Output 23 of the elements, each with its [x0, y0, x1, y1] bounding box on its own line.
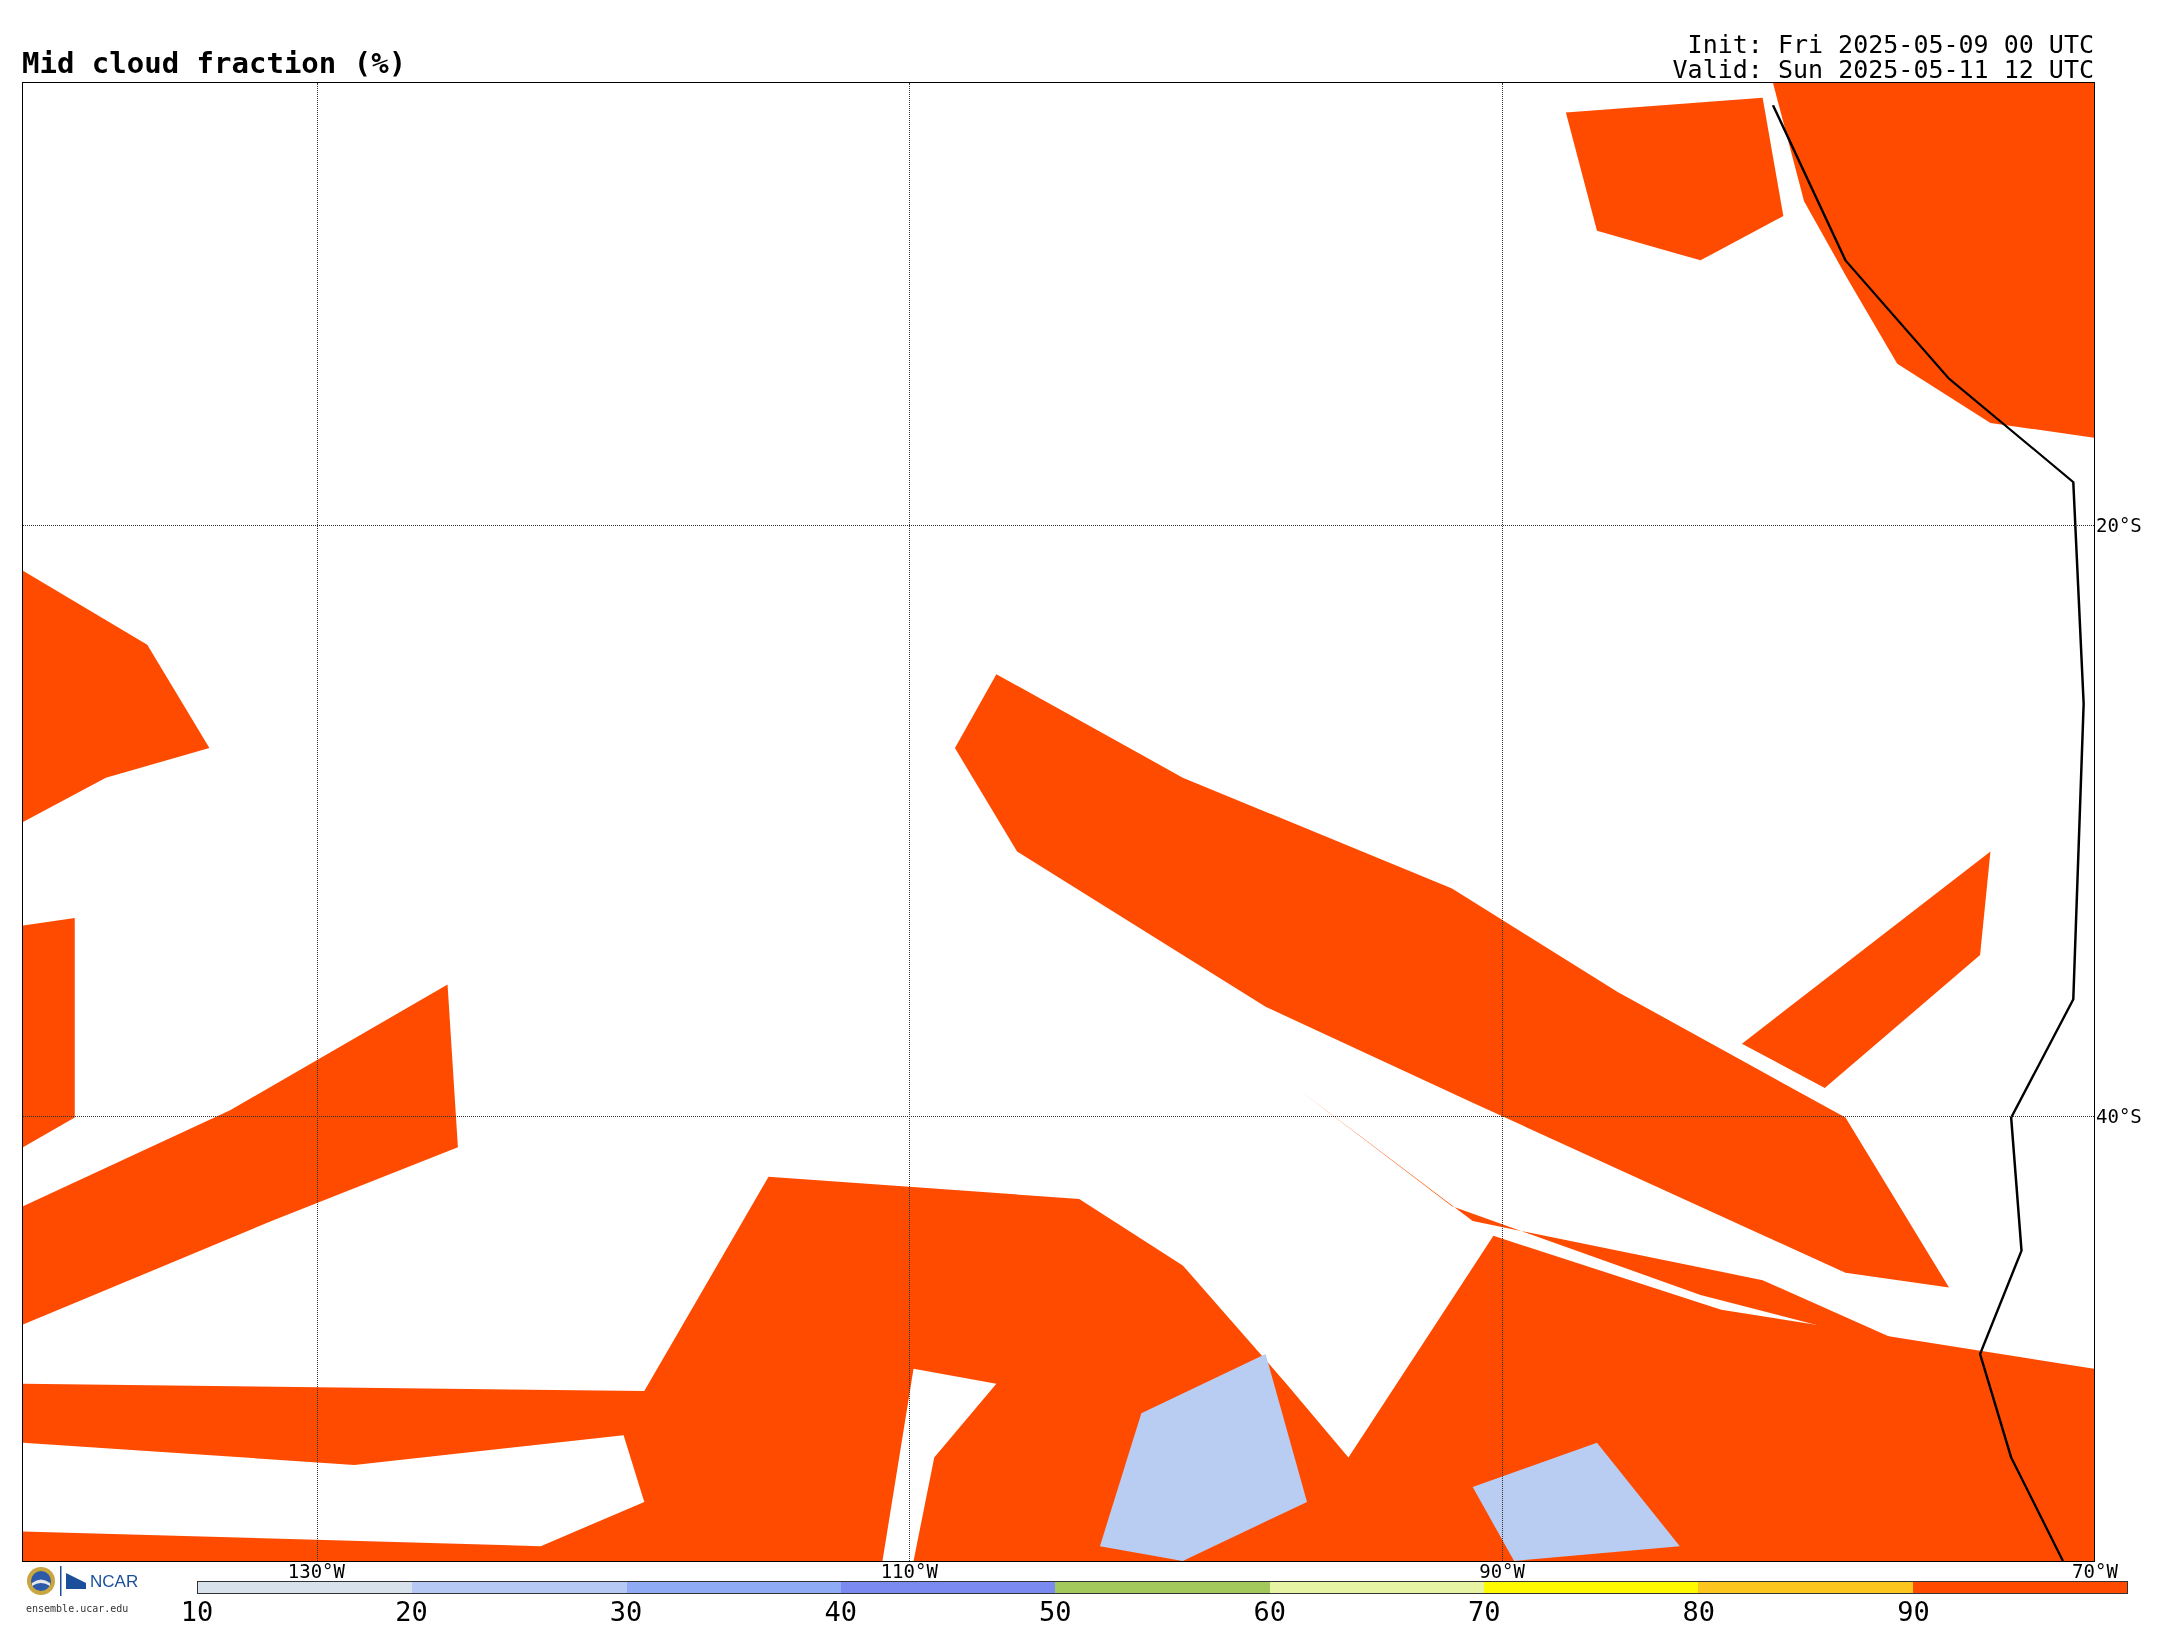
tick-label: 40 [824, 1598, 857, 1625]
seal-icon [26, 1566, 56, 1596]
tick-label: 90 [1897, 1598, 1930, 1625]
longitude-label: 110°W [880, 1562, 938, 1581]
tick-label: 10 [180, 1598, 214, 1625]
tick-label: 50 [1038, 1598, 1072, 1625]
tick-label: 80 [1682, 1598, 1716, 1625]
divider-icon [60, 1566, 62, 1596]
chart-title: Mid cloud fraction (%) [22, 49, 407, 78]
run-time-label: Init: Fri 2025-05-09 00 UTC [1686, 32, 2094, 57]
tick-label: 70 [1468, 1598, 1501, 1625]
longitude-label: 70°W [2072, 1562, 2118, 1581]
longitude-label: 90°W [1479, 1562, 1525, 1581]
tick-label: 60 [1253, 1598, 1286, 1625]
run-time-label: Valid: Sun 2025-05-11 12 UTC [1672, 57, 2094, 82]
latitude-label: 20°S [2096, 515, 2142, 535]
ncar-logo-icon [66, 1573, 86, 1589]
longitude-label: 130°W [287, 1562, 345, 1581]
logo-wordmark: NCAR [90, 1572, 139, 1590]
latitude-label: 40°S [2096, 1106, 2142, 1126]
tick-label: 30 [609, 1598, 643, 1625]
tick-label: 20 [395, 1598, 428, 1625]
website-url: ensemble.ucar.edu [26, 1604, 130, 1614]
